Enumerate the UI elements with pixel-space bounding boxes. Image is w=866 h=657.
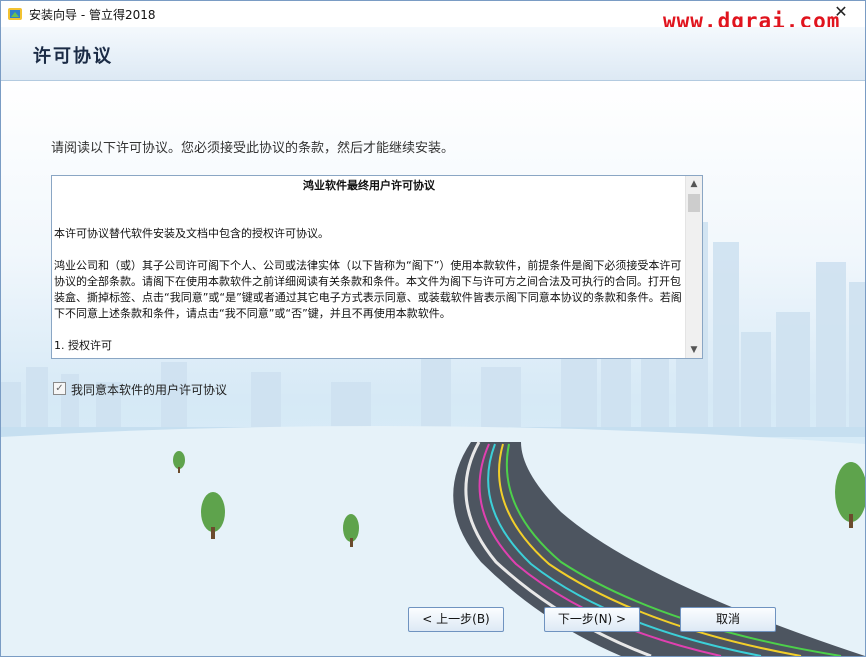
license-heading: 鸿业软件最终用户许可协议 bbox=[303, 179, 435, 192]
scroll-up-arrow-icon[interactable]: ▲ bbox=[686, 176, 702, 192]
intro-text: 请阅读以下许可协议。您必须接受此协议的条款，然后才能继续安装。 bbox=[51, 141, 455, 156]
next-button[interactable]: 下一步(N) > bbox=[544, 607, 640, 632]
license-paragraph: 1. 授权许可 bbox=[54, 339, 112, 352]
checkbox-check-icon[interactable]: ✓ bbox=[53, 382, 66, 395]
back-button[interactable]: < 上一步(B) bbox=[408, 607, 504, 632]
window-title: 安装向导 - 管立得2018 bbox=[29, 8, 156, 22]
license-paragraph: 本许可协议替代软件安装及文档中包含的授权许可协议。 bbox=[54, 227, 329, 240]
close-button[interactable]: ✕ bbox=[827, 1, 855, 25]
scroll-down-arrow-icon[interactable]: ▼ bbox=[686, 342, 702, 358]
page-header: 许可协议 bbox=[1, 27, 865, 81]
app-icon bbox=[8, 8, 22, 20]
city-road-background bbox=[1, 222, 865, 656]
page-title: 许可协议 bbox=[33, 46, 113, 67]
content-area: 请阅读以下许可协议。您必须接受此协议的条款，然后才能继续安装。 鸿业软件最终用户… bbox=[1, 82, 865, 656]
installer-window: 安装向导 - 管立得2018 www.dgrai.com ✕ 许可协议 请阅读以… bbox=[0, 0, 866, 657]
cancel-button[interactable]: 取消 bbox=[680, 607, 776, 632]
scroll-thumb[interactable] bbox=[688, 194, 700, 212]
license-textbox[interactable]: 鸿业软件最终用户许可协议 本许可协议替代软件安装及文档中包含的授权许可协议。 鸿… bbox=[51, 175, 703, 359]
license-paragraph: 鸿业公司和（或）其子公司许可阁下个人、公司或法律实体（以下皆称为“阁下”）使用本… bbox=[54, 259, 682, 320]
license-content: 鸿业软件最终用户许可协议 本许可协议替代软件安装及文档中包含的授权许可协议。 鸿… bbox=[54, 178, 684, 354]
license-scrollbar[interactable]: ▲ ▼ bbox=[685, 176, 702, 358]
title-bar: 安装向导 - 管立得2018 www.dgrai.com ✕ bbox=[1, 1, 865, 33]
agree-label: 我同意本软件的用户许可协议 bbox=[71, 383, 228, 397]
